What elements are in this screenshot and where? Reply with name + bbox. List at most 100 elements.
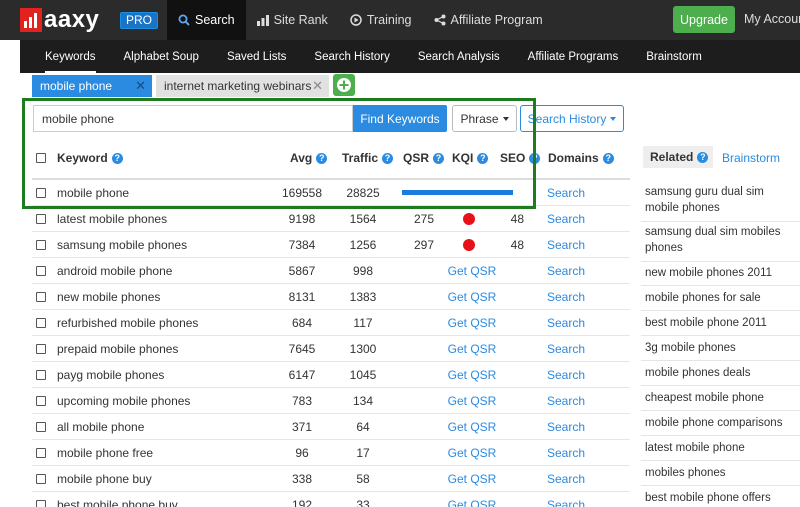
tab-related[interactable]: Related? — [643, 146, 713, 168]
get-qsr-link[interactable]: Get QSR — [442, 336, 502, 361]
keyword-search-input[interactable] — [33, 105, 353, 132]
row-keyword[interactable]: android mobile phone — [57, 258, 172, 283]
col-qsr[interactable]: QSR? — [403, 151, 445, 165]
related-keyword-item[interactable]: mobiles phones — [641, 461, 800, 486]
select-all-checkbox[interactable] — [36, 151, 46, 165]
get-qsr-link[interactable]: Get QSR — [442, 440, 502, 465]
get-qsr-link[interactable]: Get QSR — [442, 466, 502, 491]
related-keyword-item[interactable]: mobile phone comparisons — [641, 411, 800, 436]
get-qsr-link[interactable]: Get QSR — [442, 258, 502, 283]
row-keyword[interactable]: mobile phone free — [57, 440, 153, 465]
related-keyword-item[interactable]: mobile phones deals — [641, 361, 800, 386]
related-keyword-item[interactable]: samsung guru dual sim mobile phones — [641, 181, 800, 222]
keyword-tab[interactable]: internet marketing webinars ✕ — [156, 75, 329, 97]
row-checkbox[interactable] — [36, 336, 46, 361]
row-keyword[interactable]: upcoming mobile phones — [57, 388, 190, 413]
row-checkbox[interactable] — [36, 492, 46, 507]
topnav-search[interactable]: Search — [167, 0, 246, 40]
row-keyword[interactable]: latest mobile phones — [57, 206, 167, 231]
row-keyword[interactable]: mobile phone buy — [57, 466, 152, 491]
get-qsr-link[interactable]: Get QSR — [442, 492, 502, 507]
add-tab-button[interactable] — [333, 74, 355, 96]
row-checkbox[interactable] — [36, 180, 46, 205]
row-keyword[interactable]: mobile phone — [57, 180, 129, 205]
find-keywords-button[interactable]: Find Keywords — [353, 105, 447, 132]
domains-search-link[interactable]: Search — [547, 440, 585, 465]
subnav-search-analysis[interactable]: Search Analysis — [418, 40, 500, 73]
help-icon[interactable]: ? — [316, 152, 328, 164]
search-history-dropdown[interactable]: Search History — [520, 105, 624, 132]
topnav-affiliate-program[interactable]: Affiliate Program — [423, 0, 554, 40]
related-keyword-item[interactable]: latest mobile phone — [641, 436, 800, 461]
row-keyword[interactable]: refurbished mobile phones — [57, 310, 198, 335]
related-keyword-item[interactable]: mobile phones for sale — [641, 286, 800, 311]
row-checkbox[interactable] — [36, 414, 46, 439]
related-keyword-item[interactable]: best mobile phone 2011 — [641, 311, 800, 336]
subnav-keywords[interactable]: Keywords — [45, 40, 96, 73]
close-icon[interactable]: ✕ — [312, 79, 323, 92]
row-checkbox[interactable] — [36, 310, 46, 335]
row-checkbox[interactable] — [36, 466, 46, 491]
domains-search-link[interactable]: Search — [547, 206, 585, 231]
help-icon[interactable]: ? — [697, 151, 709, 163]
related-keyword-item[interactable]: best mobile phone offers — [641, 486, 800, 507]
related-keyword-item[interactable]: new mobile phones 2011 — [641, 261, 800, 286]
help-icon[interactable]: ? — [477, 152, 489, 164]
row-keyword[interactable]: all mobile phone — [57, 414, 144, 439]
subnav-brainstorm[interactable]: Brainstorm — [646, 40, 702, 73]
keyword-tab-active[interactable]: mobile phone ✕ — [32, 75, 152, 97]
col-keyword[interactable]: Keyword? — [57, 151, 123, 165]
domains-search-link[interactable]: Search — [547, 284, 585, 309]
domains-search-link[interactable]: Search — [547, 414, 585, 439]
get-qsr-link[interactable]: Get QSR — [442, 284, 502, 309]
subnav-saved-lists[interactable]: Saved Lists — [227, 40, 286, 73]
subnav-search-history[interactable]: Search History — [314, 40, 389, 73]
tab-brainstorm[interactable]: Brainstorm — [722, 151, 780, 165]
get-qsr-link[interactable]: Get QSR — [442, 414, 502, 439]
col-kqi[interactable]: KQI? — [452, 151, 489, 165]
row-checkbox[interactable] — [36, 362, 46, 387]
row-keyword[interactable]: new mobile phones — [57, 284, 160, 309]
domains-search-link[interactable]: Search — [547, 310, 585, 335]
subnav-alphabet-soup[interactable]: Alphabet Soup — [124, 40, 199, 73]
help-icon[interactable]: ? — [111, 152, 123, 164]
close-icon[interactable]: ✕ — [135, 79, 146, 92]
row-checkbox[interactable] — [36, 258, 46, 283]
domains-search-link[interactable]: Search — [547, 466, 585, 491]
row-keyword[interactable]: payg mobile phones — [57, 362, 164, 387]
col-domains[interactable]: Domains? — [548, 151, 614, 165]
row-keyword[interactable]: best mobile phone buy — [57, 492, 178, 507]
domains-search-link[interactable]: Search — [547, 336, 585, 361]
domains-search-link[interactable]: Search — [547, 388, 585, 413]
get-qsr-link[interactable]: Get QSR — [442, 362, 502, 387]
phrase-dropdown[interactable]: Phrase — [452, 105, 517, 132]
related-keyword-item[interactable]: samsung dual sim mobiles phones — [641, 221, 800, 262]
help-icon[interactable]: ? — [382, 152, 394, 164]
subnav-affiliate-programs[interactable]: Affiliate Programs — [528, 40, 619, 73]
topnav-training[interactable]: Training — [339, 0, 423, 40]
related-keyword-item[interactable]: cheapest mobile phone — [641, 386, 800, 411]
help-icon[interactable]: ? — [433, 152, 445, 164]
row-checkbox[interactable] — [36, 388, 46, 413]
related-keyword-item[interactable]: 3g mobile phones — [641, 336, 800, 361]
col-traffic[interactable]: Traffic? — [342, 151, 394, 165]
domains-search-link[interactable]: Search — [547, 232, 585, 257]
row-checkbox[interactable] — [36, 206, 46, 231]
get-qsr-link[interactable]: Get QSR — [442, 388, 502, 413]
row-keyword[interactable]: samsung mobile phones — [57, 232, 187, 257]
row-checkbox[interactable] — [36, 284, 46, 309]
row-checkbox[interactable] — [36, 232, 46, 257]
col-seo[interactable]: SEO? — [500, 151, 541, 165]
topnav-site-rank[interactable]: Site Rank — [246, 0, 339, 40]
help-icon[interactable]: ? — [529, 152, 541, 164]
row-checkbox[interactable] — [36, 440, 46, 465]
help-icon[interactable]: ? — [602, 152, 614, 164]
my-account-link[interactable]: My Account — [744, 12, 800, 26]
row-keyword[interactable]: prepaid mobile phones — [57, 336, 178, 361]
col-avg[interactable]: Avg? — [290, 151, 328, 165]
domains-search-link[interactable]: Search — [547, 362, 585, 387]
get-qsr-link[interactable]: Get QSR — [442, 310, 502, 335]
domains-search-link[interactable]: Search — [547, 492, 585, 507]
jaaxy-logo[interactable]: aaxy — [20, 6, 99, 34]
domains-search-link[interactable]: Search — [547, 258, 585, 283]
